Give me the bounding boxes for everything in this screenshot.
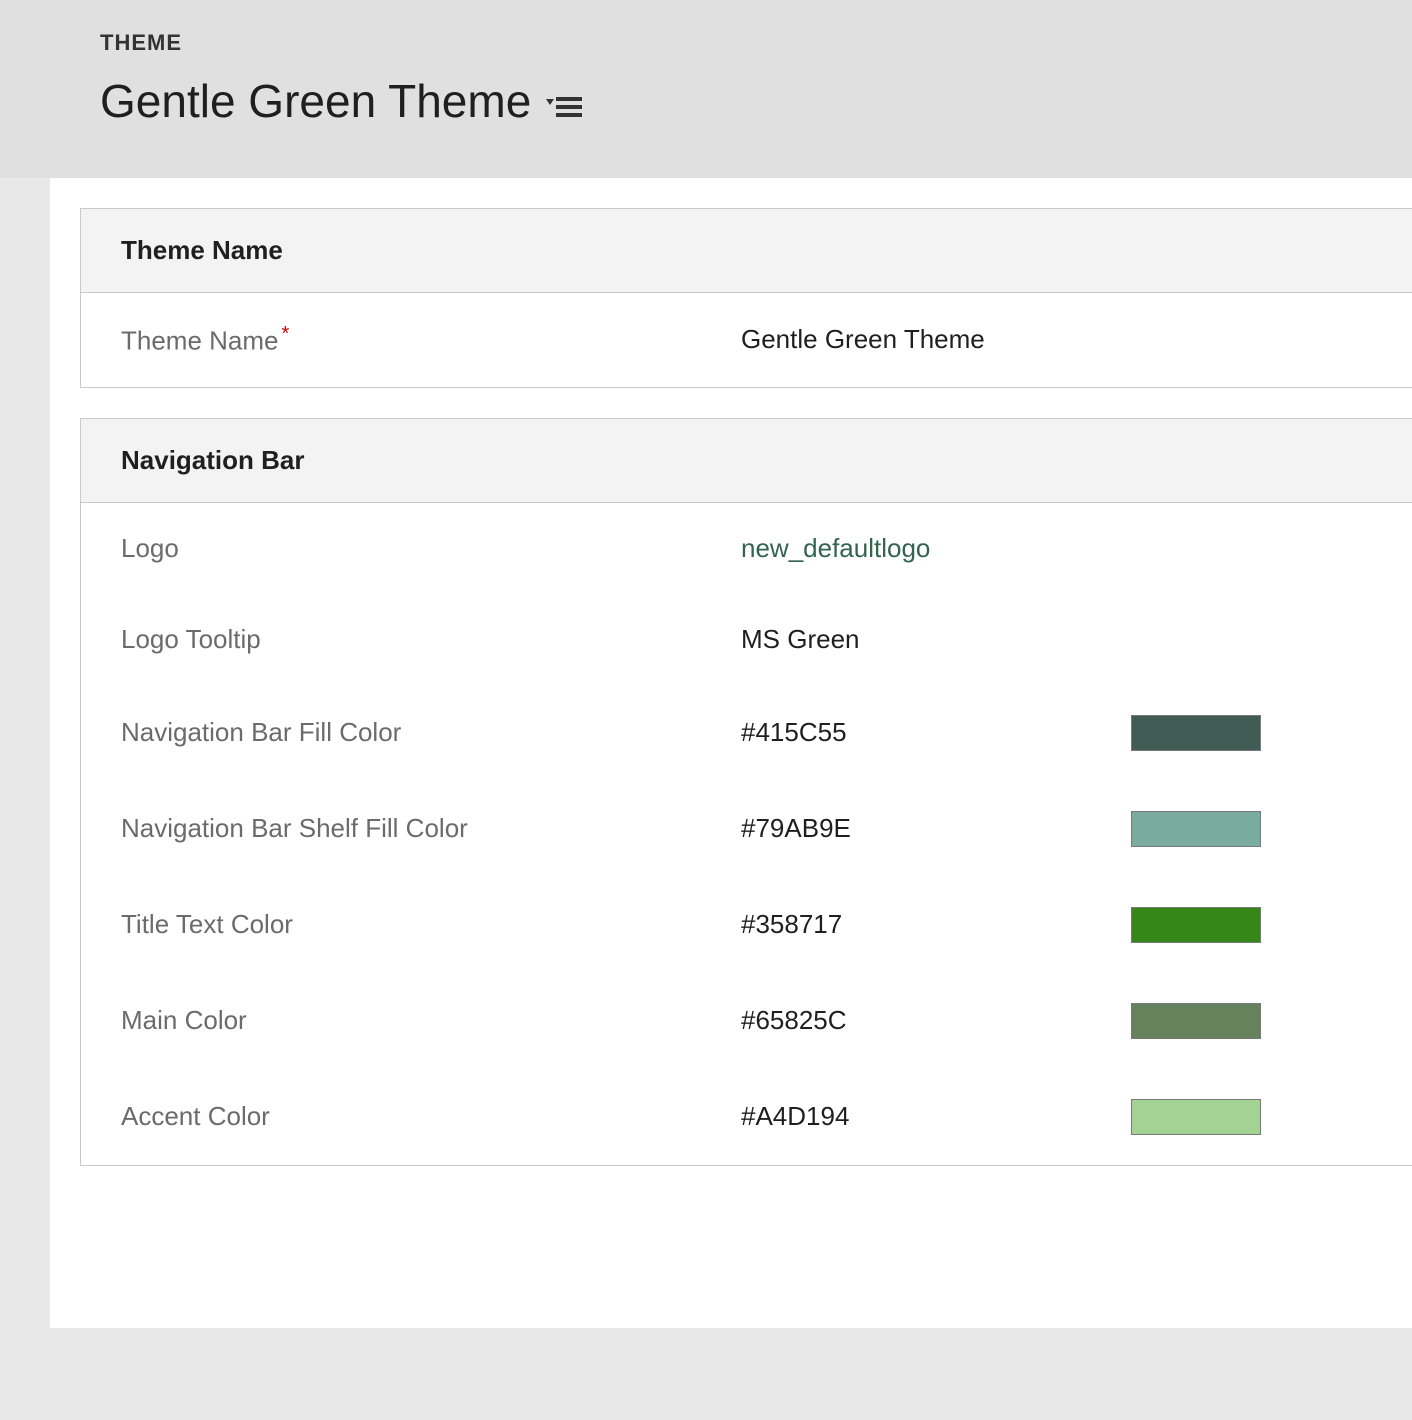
nav-fill-color-label: Navigation Bar Fill Color [121,717,741,748]
nav-fill-color-swatch[interactable] [1131,715,1261,751]
required-asterisk-icon: * [282,323,290,345]
navigation-bar-heading: Navigation Bar [81,419,1412,503]
navigation-bar-panel: Navigation Bar Logo new_defaultlogo Logo… [80,418,1412,1166]
logo-tooltip-label: Logo Tooltip [121,624,741,655]
accent-color-label: Accent Color [121,1101,741,1132]
main-color-input[interactable]: #65825C [741,1005,1121,1036]
nav-fill-color-row: Navigation Bar Fill Color #415C55 [81,685,1412,781]
main-color-swatch[interactable] [1131,1003,1261,1039]
nav-shelf-fill-color-swatch[interactable] [1131,811,1261,847]
main-color-row: Main Color #65825C [81,973,1412,1069]
nav-shelf-fill-color-input[interactable]: #79AB9E [741,813,1121,844]
page-header: THEME Gentle Green Theme [0,0,1412,178]
title-menu-icon[interactable] [556,97,582,117]
nav-fill-color-input[interactable]: #415C55 [741,717,1121,748]
logo-label: Logo [121,533,741,564]
accent-color-swatch[interactable] [1131,1099,1261,1135]
nav-shelf-fill-color-label: Navigation Bar Shelf Fill Color [121,813,741,844]
title-text-color-row: Title Text Color #358717 [81,877,1412,973]
breadcrumb: THEME [100,30,1412,56]
accent-color-input[interactable]: #A4D194 [741,1101,1121,1132]
theme-name-label-text: Theme Name [121,326,279,356]
theme-name-label: Theme Name* [121,323,741,357]
title-row: Gentle Green Theme [100,74,1412,128]
page-title: Gentle Green Theme [100,74,531,128]
nav-shelf-fill-color-row: Navigation Bar Shelf Fill Color #79AB9E [81,781,1412,877]
logo-tooltip-input[interactable]: MS Green [741,624,1121,655]
theme-name-row: Theme Name* Gentle Green Theme [81,293,1412,387]
theme-name-panel: Theme Name Theme Name* Gentle Green Them… [80,208,1412,388]
accent-color-row: Accent Color #A4D194 [81,1069,1412,1165]
logo-tooltip-row: Logo Tooltip MS Green [81,594,1412,685]
main-color-label: Main Color [121,1005,741,1036]
title-text-color-label: Title Text Color [121,909,741,940]
theme-name-input[interactable]: Gentle Green Theme [741,324,1121,355]
title-text-color-swatch[interactable] [1131,907,1261,943]
content-area: Theme Name Theme Name* Gentle Green Them… [50,178,1412,1328]
title-text-color-input[interactable]: #358717 [741,909,1121,940]
logo-link[interactable]: new_defaultlogo [741,533,1121,564]
theme-name-heading: Theme Name [81,209,1412,293]
logo-row: Logo new_defaultlogo [81,503,1412,594]
